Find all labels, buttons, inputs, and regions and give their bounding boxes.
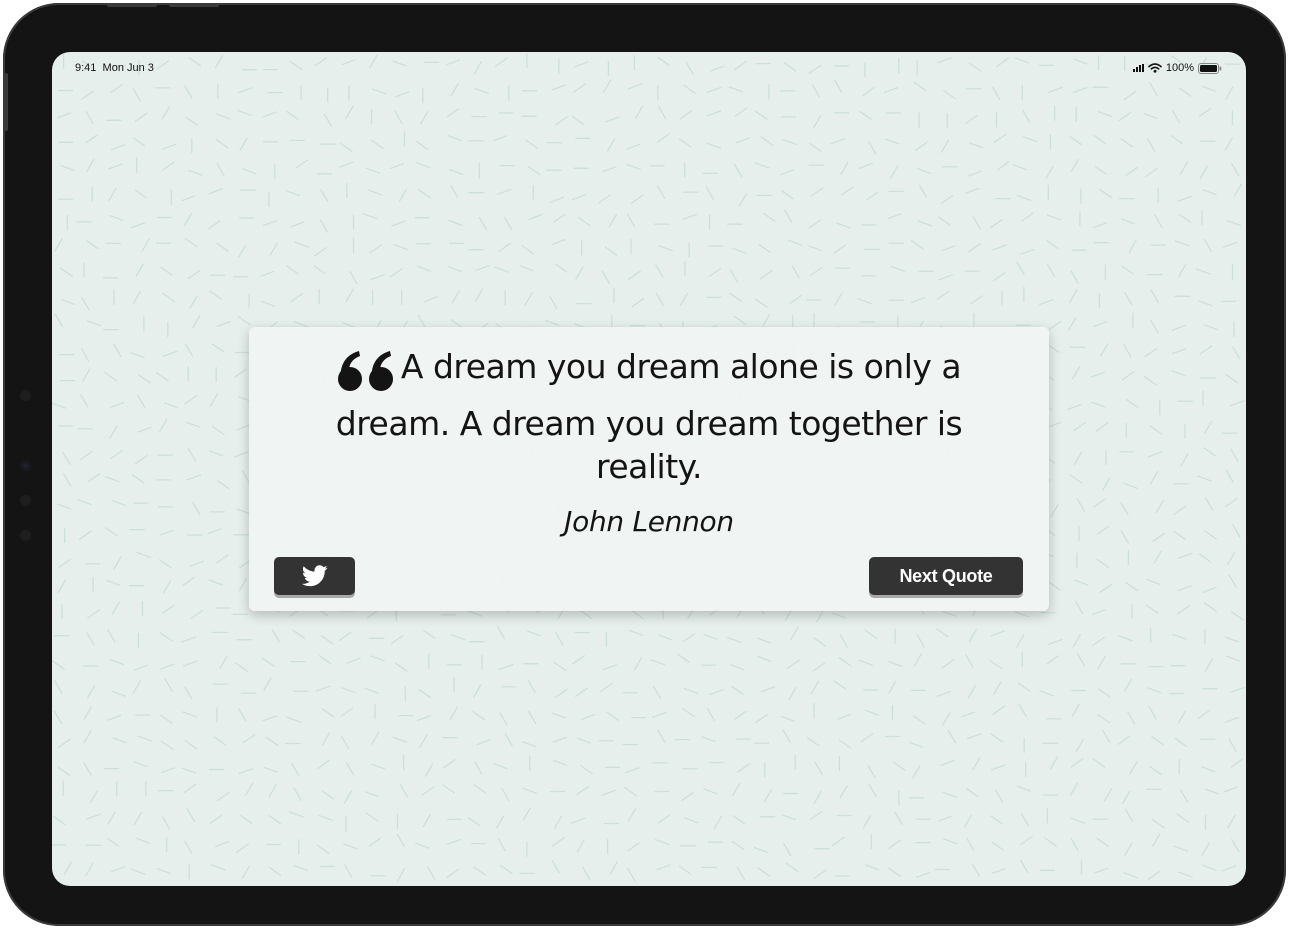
status-indicators: 100% bbox=[1132, 62, 1222, 74]
sensor bbox=[20, 495, 31, 506]
status-time: 9:41 Mon Jun 3 bbox=[75, 62, 154, 74]
side-button bbox=[3, 73, 8, 131]
next-quote-button[interactable]: Next Quote bbox=[869, 557, 1023, 595]
top-button bbox=[107, 3, 157, 7]
quote-text: A dream you dream alone is only a dream.… bbox=[335, 347, 963, 486]
quote-card: A dream you dream alone is only a dream.… bbox=[249, 327, 1049, 611]
tweet-button[interactable] bbox=[274, 557, 355, 595]
quote-mark-icon bbox=[337, 350, 395, 402]
top-button bbox=[169, 3, 219, 7]
wifi-icon bbox=[1148, 63, 1162, 73]
tablet-frame: 9:41 Mon Jun 3 100% A dream you dream al… bbox=[3, 3, 1286, 926]
battery-icon bbox=[1198, 62, 1222, 74]
status-bar: 9:41 Mon Jun 3 100% bbox=[52, 52, 1246, 86]
quote-block: A dream you dream alone is only a dream.… bbox=[289, 345, 1009, 488]
camera bbox=[20, 460, 31, 471]
screen: 9:41 Mon Jun 3 100% A dream you dream al… bbox=[52, 52, 1246, 886]
twitter-icon bbox=[301, 565, 328, 587]
quote-author: John Lennon bbox=[564, 505, 734, 538]
signal-icon bbox=[1132, 64, 1144, 72]
battery-percent: 100% bbox=[1165, 62, 1194, 74]
sensor bbox=[20, 530, 31, 541]
time-text: 9:41 bbox=[75, 62, 97, 74]
date-text: Mon Jun 3 bbox=[102, 62, 154, 74]
sensor bbox=[20, 390, 31, 401]
